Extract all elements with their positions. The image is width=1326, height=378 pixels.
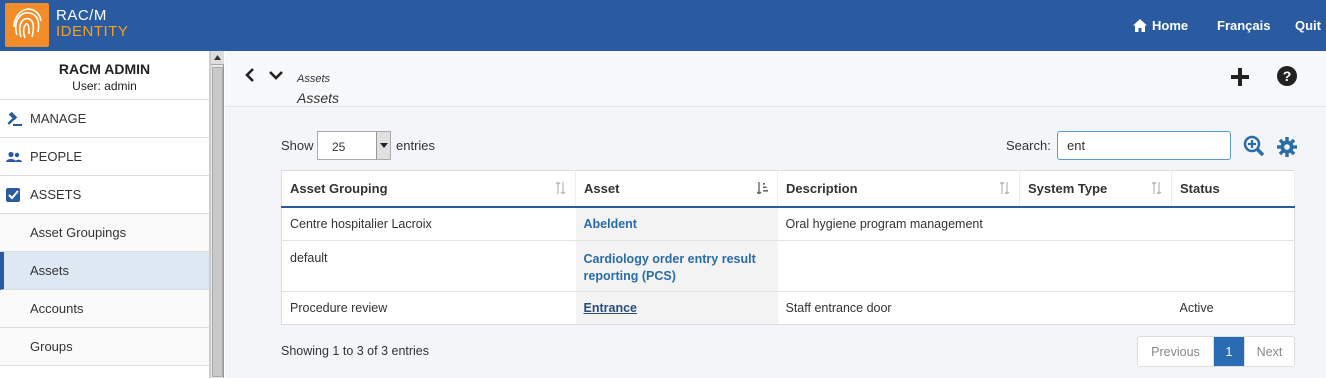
sidebar-item-groups[interactable]: Groups bbox=[0, 328, 209, 366]
nav-quit-link[interactable]: Quit bbox=[1295, 18, 1321, 33]
search-input[interactable] bbox=[1057, 131, 1231, 160]
page-1-button[interactable]: 1 bbox=[1214, 337, 1244, 366]
cell-system-type bbox=[1019, 291, 1172, 325]
cell-status bbox=[1171, 240, 1295, 292]
sidebar-item-assets[interactable]: ASSETS bbox=[0, 176, 209, 214]
cell-system-type bbox=[1019, 240, 1172, 292]
cell-asset-grouping: Centre hospitalier Lacroix bbox=[281, 206, 576, 241]
column-header-label: Asset Grouping bbox=[290, 180, 388, 196]
column-header-label: Description bbox=[786, 180, 858, 196]
logo-line-1: RAC/M bbox=[56, 7, 107, 24]
table-row[interactable]: default Cardiology order entry result re… bbox=[281, 240, 1295, 292]
cell-asset: Cardiology order entry result reporting … bbox=[575, 240, 778, 292]
top-bar: RAC/M IDENTITY Home Français Quit bbox=[0, 0, 1326, 51]
next-page-button[interactable]: Next bbox=[1244, 337, 1294, 366]
column-header-asset-grouping[interactable]: Asset Grouping bbox=[281, 170, 576, 208]
breadcrumb-bar: Assets Assets ? bbox=[225, 51, 1326, 107]
sidebar-scrollbar[interactable] bbox=[210, 51, 224, 378]
assets-table: Asset Grouping Asset Description System … bbox=[281, 170, 1295, 325]
sidebar-item-asset-groupings[interactable]: Asset Groupings bbox=[0, 214, 209, 252]
asset-link-line-2: reporting (PCS) bbox=[583, 269, 676, 283]
asset-link-line-1: Cardiology order entry result bbox=[583, 252, 756, 266]
cell-description bbox=[777, 240, 1020, 292]
breadcrumb[interactable]: Assets bbox=[297, 73, 330, 85]
sidebar: RACM ADMIN User: admin MANAGE PEOPLE ASS… bbox=[0, 51, 210, 378]
sidebar-item-manage[interactable]: MANAGE bbox=[0, 100, 209, 138]
entries-label: entries bbox=[396, 138, 436, 153]
table-row[interactable]: Centre hospitalier Lacroix Abeldent Oral… bbox=[281, 206, 1295, 241]
cell-description: Staff entrance door bbox=[777, 291, 1020, 325]
column-header-label: Status bbox=[1180, 180, 1220, 196]
settings-button[interactable] bbox=[1277, 137, 1297, 160]
table-info: Showing 1 to 3 of 3 entries bbox=[281, 344, 430, 358]
column-header-asset[interactable]: Asset bbox=[575, 170, 778, 208]
asset-link[interactable]: Cardiology order entry result reporting … bbox=[584, 251, 778, 285]
checkbox-icon bbox=[6, 187, 30, 202]
column-header-status[interactable]: Status bbox=[1171, 170, 1295, 208]
nav-language-link[interactable]: Français bbox=[1217, 18, 1270, 33]
gear-icon bbox=[1277, 137, 1297, 157]
svg-text:?: ? bbox=[1283, 68, 1292, 84]
gavel-icon bbox=[6, 111, 30, 127]
plus-icon bbox=[1231, 68, 1249, 86]
sort-both-icon bbox=[999, 181, 1011, 197]
cell-asset-grouping: default bbox=[281, 240, 576, 292]
sidebar-item-assets-list[interactable]: Assets bbox=[0, 252, 209, 290]
show-label: Show bbox=[281, 138, 314, 153]
cell-system-type bbox=[1019, 206, 1172, 241]
sidebar-item-people[interactable]: PEOPLE bbox=[0, 138, 209, 176]
cell-asset: Abeldent bbox=[575, 206, 778, 241]
cell-asset: Entrance bbox=[575, 291, 778, 325]
cell-status: Active bbox=[1171, 291, 1295, 325]
advanced-search-button[interactable] bbox=[1243, 135, 1265, 160]
scroll-up-arrow-icon[interactable] bbox=[211, 51, 224, 65]
nav-language-label: Français bbox=[1217, 18, 1271, 33]
add-asset-button[interactable] bbox=[1230, 67, 1250, 90]
cell-asset-grouping: Procedure review bbox=[281, 291, 576, 325]
sidebar-item-label: PEOPLE bbox=[30, 149, 83, 164]
nav-home-link[interactable]: Home bbox=[1133, 18, 1188, 33]
nav-quit-label: Quit bbox=[1295, 18, 1321, 33]
sidebar-item-accounts[interactable]: Accounts bbox=[0, 290, 209, 328]
asset-link[interactable]: Abeldent bbox=[584, 217, 637, 231]
dropdown-arrow-icon[interactable] bbox=[376, 132, 390, 159]
table-row[interactable]: Procedure review Entrance Staff entrance… bbox=[281, 291, 1295, 325]
logo-line-2: IDENTITY bbox=[56, 23, 129, 40]
people-icon bbox=[6, 151, 30, 163]
main-content: Assets Assets ? Show 25 entries Search: bbox=[225, 51, 1326, 378]
chevron-left-icon[interactable] bbox=[245, 68, 255, 85]
page-size-select[interactable]: 25 bbox=[317, 131, 391, 160]
sidebar-header: RACM ADMIN User: admin bbox=[0, 51, 209, 100]
nav-home-label: Home bbox=[1152, 18, 1189, 33]
column-header-label: System Type bbox=[1028, 180, 1108, 196]
scrollbar-thumb[interactable] bbox=[212, 67, 223, 377]
pagination: Previous 1 Next bbox=[1137, 336, 1295, 367]
chevron-down-icon[interactable] bbox=[269, 68, 283, 83]
sort-ascending-icon bbox=[756, 182, 769, 197]
page-title: Assets bbox=[297, 90, 340, 106]
previous-page-button[interactable]: Previous bbox=[1138, 337, 1214, 366]
sidebar-item-label: ASSETS bbox=[30, 187, 82, 202]
page-size-value: 25 bbox=[332, 140, 346, 154]
fingerprint-logo-icon bbox=[5, 3, 49, 47]
sidebar-item-label: MANAGE bbox=[30, 111, 87, 126]
sidebar-user: User: admin bbox=[72, 79, 137, 93]
app-logo-text: RAC/M IDENTITY bbox=[56, 8, 128, 40]
sort-both-icon bbox=[1151, 181, 1163, 197]
help-button[interactable]: ? bbox=[1277, 66, 1297, 89]
table-header-row: Asset Grouping Asset Description System … bbox=[281, 170, 1295, 208]
cell-status bbox=[1171, 206, 1295, 241]
asset-link[interactable]: Entrance bbox=[584, 301, 638, 315]
zoom-in-icon bbox=[1243, 135, 1265, 157]
home-icon bbox=[1133, 19, 1147, 32]
question-circle-icon: ? bbox=[1277, 66, 1297, 86]
sort-both-icon bbox=[555, 181, 567, 197]
column-header-label: Asset bbox=[584, 180, 620, 196]
cell-description: Oral hygiene program management bbox=[777, 206, 1020, 241]
column-header-system-type[interactable]: System Type bbox=[1019, 170, 1172, 208]
column-header-description[interactable]: Description bbox=[777, 170, 1020, 208]
sidebar-title: RACM ADMIN bbox=[58, 61, 151, 77]
search-label: Search: bbox=[1006, 138, 1051, 153]
